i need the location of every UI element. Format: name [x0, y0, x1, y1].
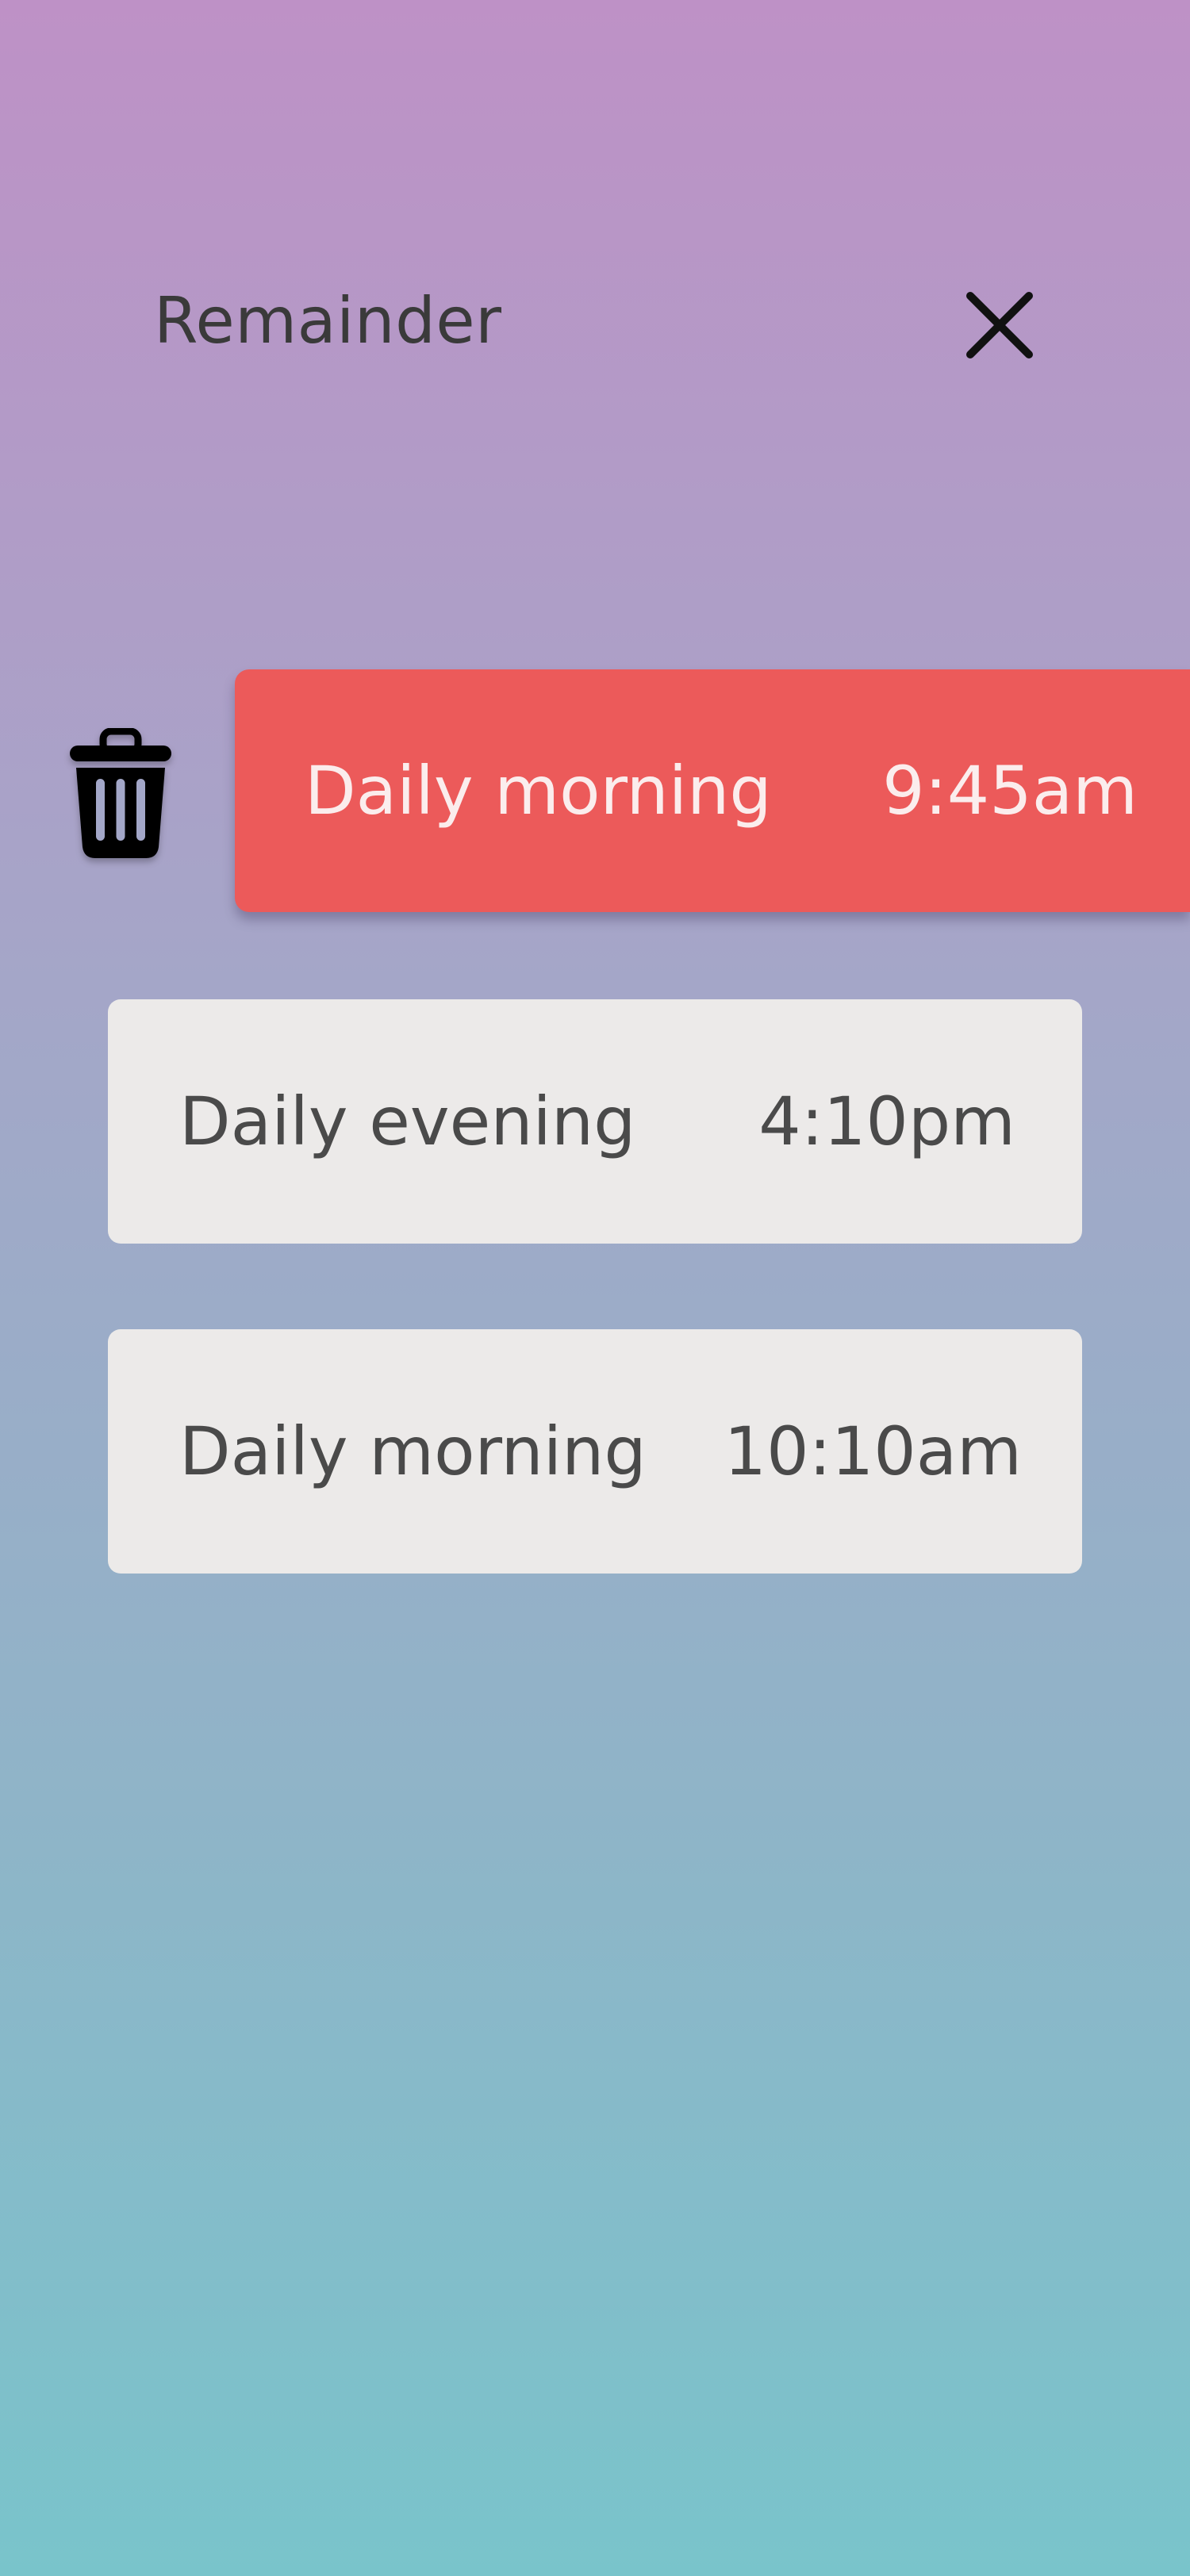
- page-title: Remainder: [154, 284, 502, 358]
- reminder-time: 10:10am: [724, 1413, 1022, 1490]
- delete-button[interactable]: [70, 728, 171, 860]
- reminder-item[interactable]: Daily morning 10:10am: [108, 1329, 1082, 1574]
- reminder-label: Daily morning: [179, 1413, 647, 1490]
- reminder-time: 9:45am: [882, 752, 1138, 830]
- reminder-label: Daily evening: [179, 1083, 636, 1160]
- reminder-time: 4:10pm: [758, 1083, 1015, 1160]
- close-button[interactable]: [956, 282, 1043, 369]
- reminder-item-swiped[interactable]: Daily morning 9:45am: [235, 669, 1190, 912]
- reminder-label: Daily morning: [305, 752, 772, 830]
- close-icon: [966, 292, 1033, 358]
- trash-icon: [70, 728, 171, 858]
- reminder-item[interactable]: Daily evening 4:10pm: [108, 999, 1082, 1244]
